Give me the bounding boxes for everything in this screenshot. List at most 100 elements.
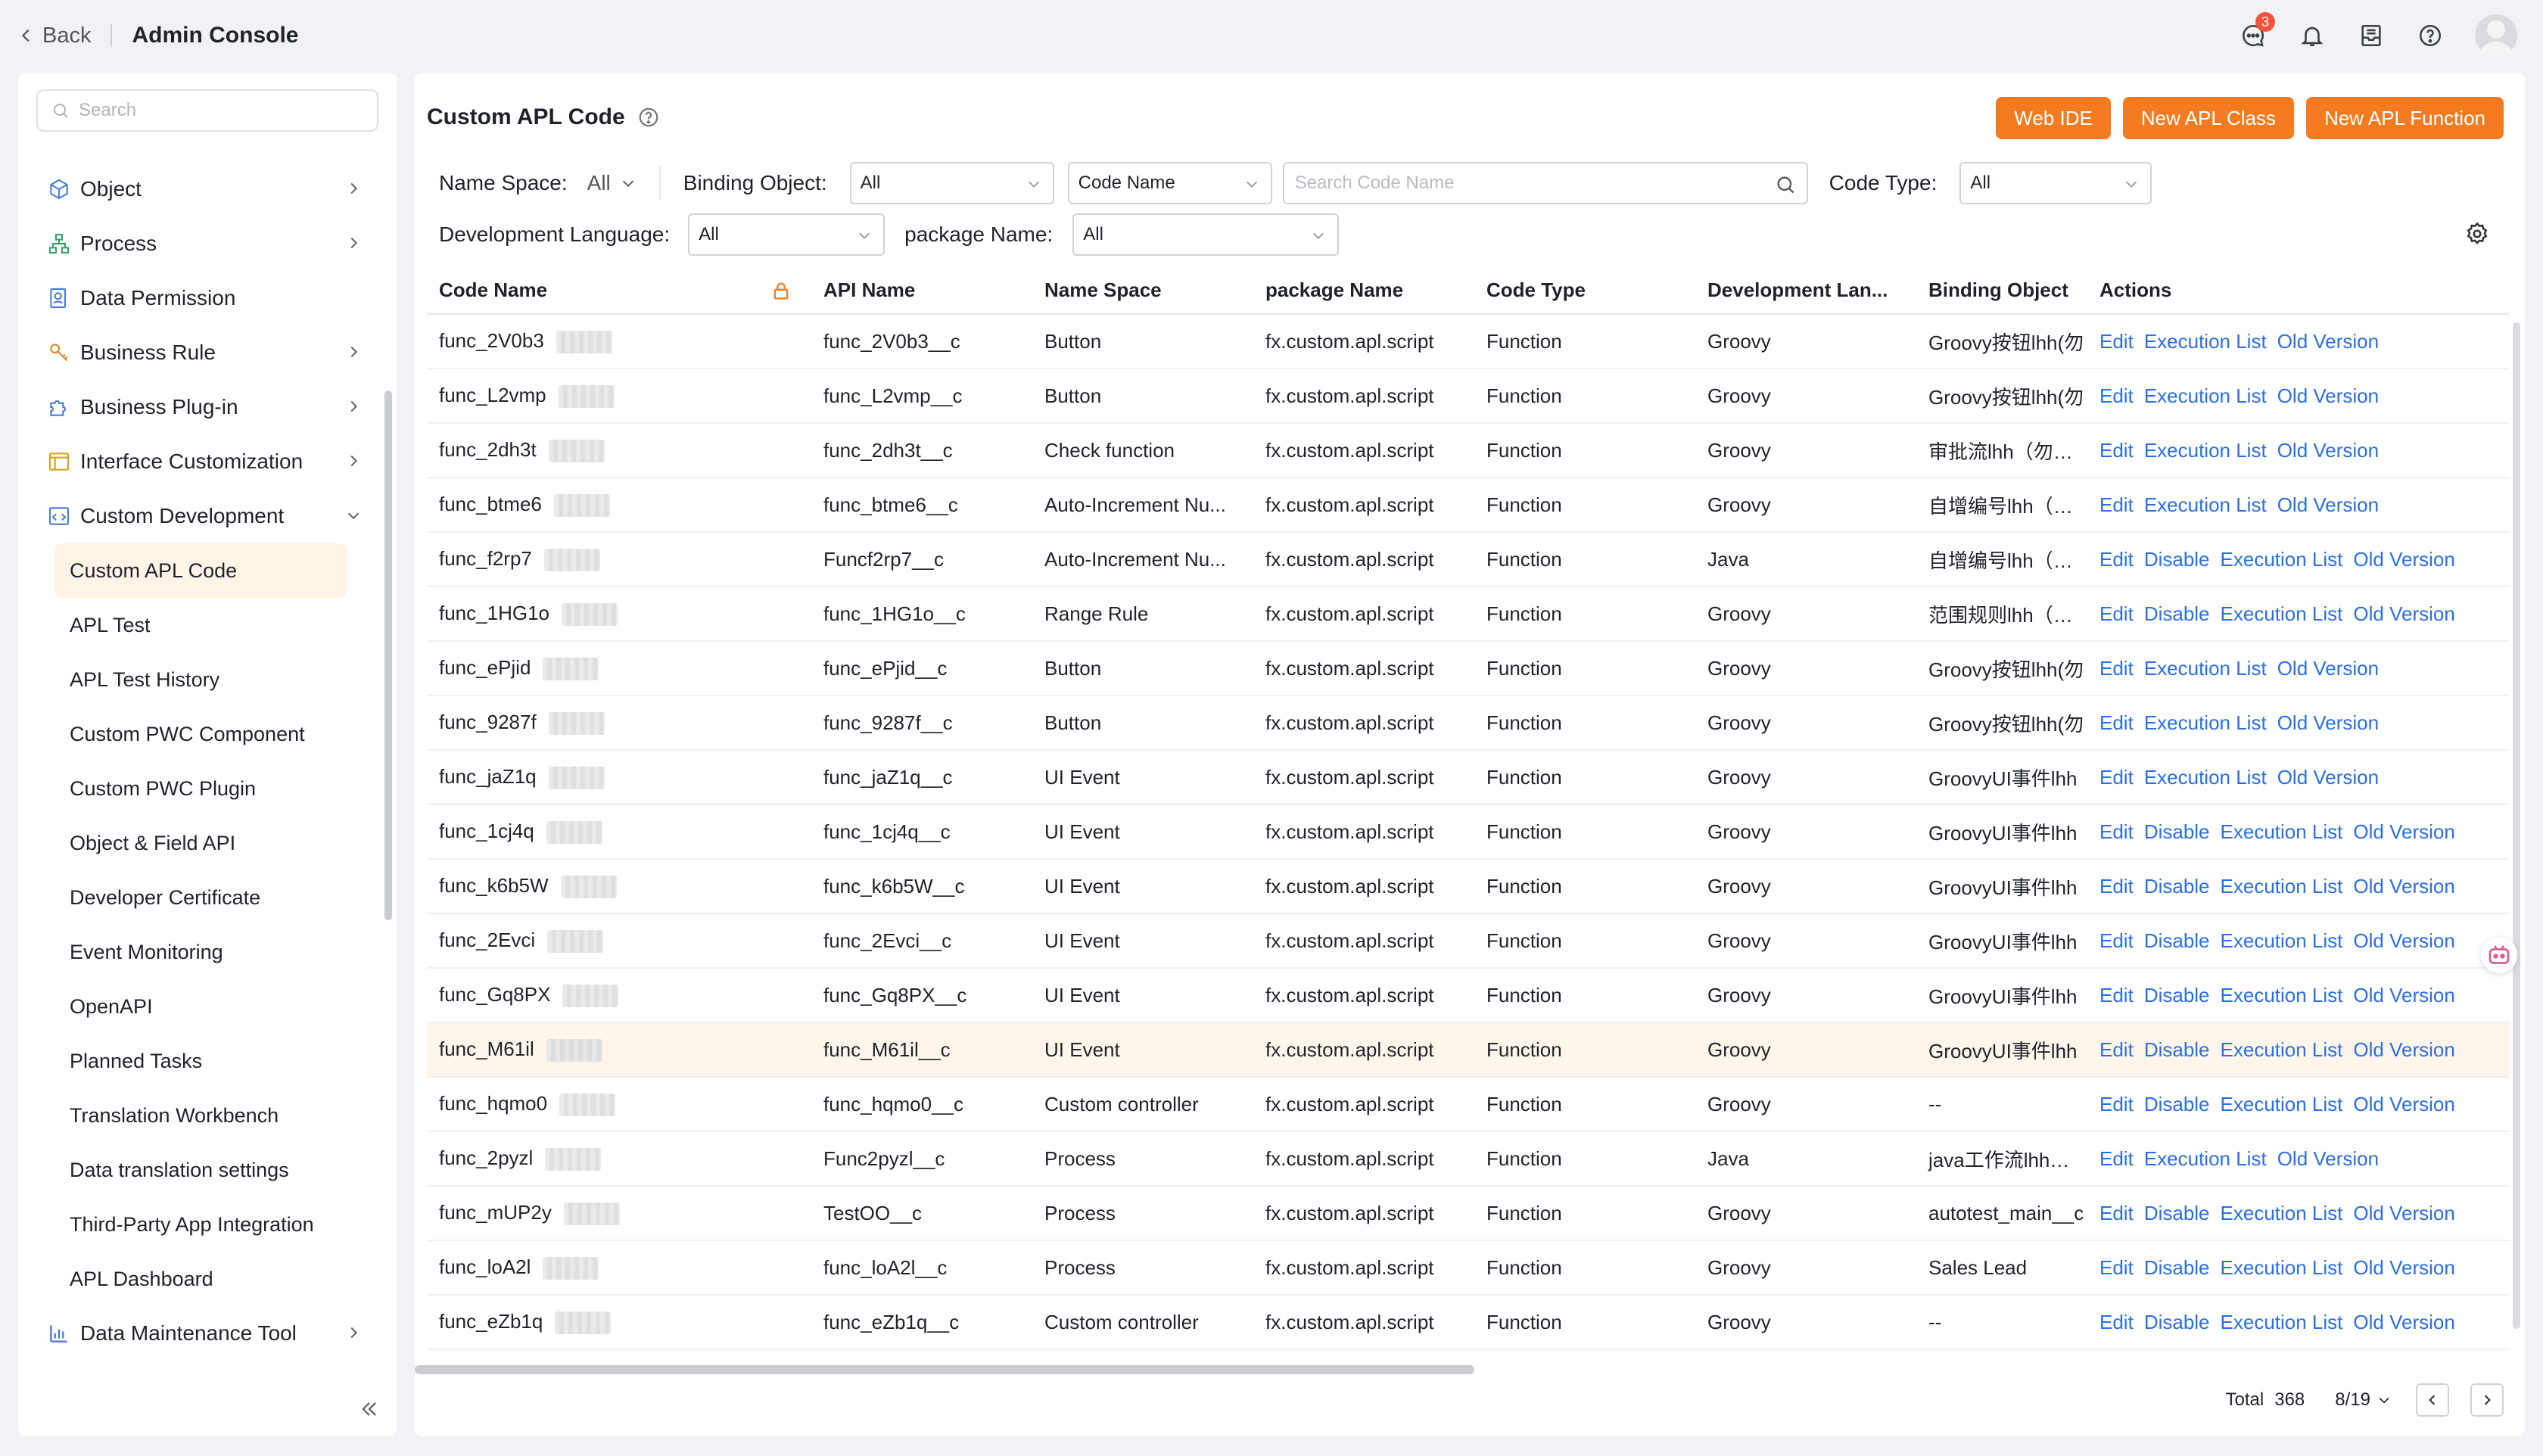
execution-list-link[interactable]: Execution List — [2221, 984, 2343, 1006]
sidebar-item-business-plugin[interactable]: Business Plug-in — [36, 380, 369, 434]
edit-link[interactable]: Edit — [2099, 1147, 2134, 1170]
edit-link[interactable]: Edit — [2099, 1038, 2134, 1061]
disable-link[interactable]: Disable — [2144, 820, 2210, 843]
table-row[interactable]: func_btme6 func_btme6__c Auto-Increment Nu… — [427, 478, 2510, 533]
table-row[interactable]: func_ePjid func_ePjid__c Button fx.custom.a… — [427, 642, 2510, 696]
table-row[interactable]: func_2V0b3 func_2V0b3__c Button fx.custom.a… — [427, 315, 2510, 369]
sidebar-item-process[interactable]: Process — [36, 216, 369, 271]
sidebar-item-business-rule[interactable]: Business Rule — [36, 325, 369, 380]
column-header-binding-object[interactable]: Binding Object — [1916, 278, 2087, 302]
old-version-link[interactable]: Old Version — [2353, 602, 2454, 625]
disable-link[interactable]: Disable — [2144, 1038, 2210, 1061]
execution-list-link[interactable]: Execution List — [2221, 602, 2343, 625]
sidebar-subitem-developer-certificate[interactable]: Developer Certificate — [36, 870, 369, 925]
search-field-select[interactable]: Code Name — [1067, 162, 1272, 204]
web-ide-button[interactable]: Web IDE — [1996, 97, 2111, 139]
edit-link[interactable]: Edit — [2099, 1256, 2134, 1279]
old-version-link[interactable]: Old Version — [2353, 929, 2454, 952]
assistant-bot-button[interactable] — [2481, 937, 2517, 973]
old-version-link[interactable]: Old Version — [2277, 766, 2379, 789]
execution-list-link[interactable]: Execution List — [2144, 657, 2267, 680]
messages-button[interactable]: 3 — [2239, 12, 2275, 50]
edit-link[interactable]: Edit — [2099, 384, 2134, 407]
column-header-dev-language[interactable]: Development Lan... — [1695, 278, 1916, 302]
sidebar-item-custom-development[interactable]: Custom Development — [36, 489, 369, 543]
old-version-link[interactable]: Old Version — [2277, 439, 2379, 462]
old-version-link[interactable]: Old Version — [2353, 1093, 2454, 1115]
binding-object-select[interactable]: All — [849, 162, 1054, 204]
old-version-link[interactable]: Old Version — [2353, 984, 2454, 1006]
table-row[interactable]: func_k6b5W func_k6b5W__c UI Event fx.custom… — [427, 860, 2510, 914]
column-header-code-name[interactable]: Code Name — [427, 278, 811, 302]
horizontal-scrollbar[interactable] — [415, 1365, 1474, 1374]
column-header-api-name[interactable]: API Name — [811, 278, 1032, 302]
table-row[interactable]: func_2Evci func_2Evci__c UI Event fx.custom… — [427, 914, 2510, 969]
next-page-button[interactable] — [2470, 1383, 2504, 1417]
notifications-button[interactable] — [2298, 21, 2327, 50]
edit-link[interactable]: Edit — [2099, 875, 2134, 898]
new-apl-function-button[interactable]: New APL Function — [2306, 97, 2504, 139]
sidebar-search-input[interactable]: Search — [36, 89, 378, 132]
page-select[interactable]: 8/19 — [2335, 1389, 2392, 1411]
execution-list-link[interactable]: Execution List — [2221, 820, 2343, 843]
table-row[interactable]: func_jaZ1q func_jaZ1q__c UI Event fx.custom… — [427, 751, 2510, 805]
execution-list-link[interactable]: Execution List — [2144, 439, 2267, 462]
old-version-link[interactable]: Old Version — [2353, 1202, 2454, 1224]
user-avatar[interactable] — [2475, 14, 2517, 57]
column-header-name-space[interactable]: Name Space — [1032, 278, 1253, 302]
prev-page-button[interactable] — [2416, 1383, 2449, 1417]
disable-link[interactable]: Disable — [2144, 875, 2210, 898]
column-header-code-type[interactable]: Code Type — [1474, 278, 1695, 302]
sidebar-subitem-custom-pwc-plugin[interactable]: Custom PWC Plugin — [36, 761, 369, 816]
inbox-button[interactable] — [2357, 21, 2386, 50]
sidebar-subitem-openapi[interactable]: OpenAPI — [36, 979, 369, 1034]
disable-link[interactable]: Disable — [2144, 1256, 2210, 1279]
execution-list-link[interactable]: Execution List — [2221, 1093, 2343, 1115]
old-version-link[interactable]: Old Version — [2277, 711, 2379, 734]
disable-link[interactable]: Disable — [2144, 929, 2210, 952]
sidebar-scrollbar[interactable] — [384, 390, 392, 920]
old-version-link[interactable]: Old Version — [2277, 657, 2379, 680]
edit-link[interactable]: Edit — [2099, 1202, 2134, 1224]
dev-language-select[interactable]: All — [688, 213, 886, 256]
sidebar-subitem-planned-tasks[interactable]: Planned Tasks — [36, 1034, 369, 1088]
edit-link[interactable]: Edit — [2099, 657, 2134, 680]
sidebar-subitem-apl-test[interactable]: APL Test — [36, 598, 369, 652]
execution-list-link[interactable]: Execution List — [2221, 1038, 2343, 1061]
table-row[interactable]: func_mUP2y TestOO__c Process fx.custom.apl.… — [427, 1187, 2510, 1241]
edit-link[interactable]: Edit — [2099, 548, 2134, 571]
execution-list-link[interactable]: Execution List — [2221, 875, 2343, 898]
execution-list-link[interactable]: Execution List — [2221, 548, 2343, 571]
execution-list-link[interactable]: Execution List — [2221, 1311, 2343, 1333]
code-name-search-input[interactable]: Search Code Name — [1282, 162, 1808, 204]
execution-list-link[interactable]: Execution List — [2144, 493, 2267, 516]
old-version-link[interactable]: Old Version — [2277, 1147, 2379, 1170]
execution-list-link[interactable]: Execution List — [2221, 929, 2343, 952]
table-row[interactable]: func_loA2l func_loA2l__c Process fx.custom.… — [427, 1241, 2510, 1296]
sidebar-subitem-apl-test-history[interactable]: APL Test History — [36, 652, 369, 707]
disable-link[interactable]: Disable — [2144, 1311, 2210, 1333]
edit-link[interactable]: Edit — [2099, 929, 2134, 952]
package-name-select[interactable]: All — [1072, 213, 1340, 256]
table-row[interactable]: func_1HG1o func_1HG1o__c Range Rule fx.cust… — [427, 587, 2510, 642]
table-row[interactable]: func_1cj4q func_1cj4q__c UI Event fx.custom… — [427, 805, 2510, 860]
table-row[interactable]: func_L2vmp func_L2vmp__c Button fx.custom.a… — [427, 369, 2510, 424]
sidebar-subitem-data-translation-settings[interactable]: Data translation settings — [36, 1143, 369, 1197]
execution-list-link[interactable]: Execution List — [2144, 384, 2267, 407]
help-button[interactable] — [2416, 21, 2445, 50]
table-row[interactable]: func_f2rp7 Funcf2rp7__c Auto-Increment Nu.… — [427, 533, 2510, 587]
namespace-select[interactable]: All — [587, 171, 637, 195]
disable-link[interactable]: Disable — [2144, 602, 2210, 625]
old-version-link[interactable]: Old Version — [2353, 1038, 2454, 1061]
lock-icon[interactable] — [770, 280, 792, 301]
edit-link[interactable]: Edit — [2099, 1093, 2134, 1115]
old-version-link[interactable]: Old Version — [2353, 875, 2454, 898]
disable-link[interactable]: Disable — [2144, 1202, 2210, 1224]
table-row[interactable]: func_M61il func_M61il__c UI Event fx.custom… — [427, 1023, 2510, 1078]
execution-list-link[interactable]: Execution List — [2144, 711, 2267, 734]
execution-list-link[interactable]: Execution List — [2144, 1147, 2267, 1170]
vertical-scrollbar[interactable] — [2513, 322, 2520, 1329]
table-row[interactable]: func_Gq8PX func_Gq8PX__c UI Event fx.custom… — [427, 969, 2510, 1023]
help-circle-icon[interactable] — [637, 106, 660, 129]
sidebar-item-object[interactable]: Object — [36, 162, 369, 216]
